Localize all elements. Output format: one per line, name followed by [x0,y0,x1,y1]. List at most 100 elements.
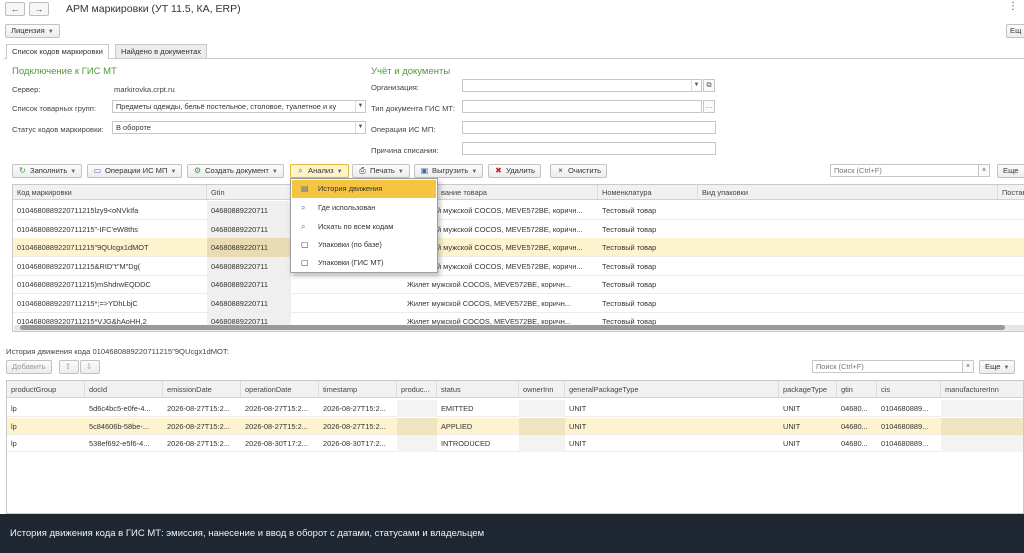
col-header[interactable]: manufacturerInn [941,381,1023,398]
analysis-button[interactable]: ⌕ Анализ ▼ [290,164,349,178]
cell-name: й мужской COCOS, MEVE572BE, коричн... [437,224,583,234]
col-header[interactable]: status [437,381,519,398]
server-label: Сервер: [12,85,41,94]
package-icon: ▢ [301,258,309,267]
delete-icon: ✖ [495,166,502,175]
arrow-right-icon: → [34,4,44,14]
scroll-thumb[interactable] [20,325,1005,330]
col-header[interactable]: timestamp [319,381,397,398]
org-field[interactable]: ▼ [462,79,702,92]
col-header[interactable]: emissionDate [163,381,241,398]
cell-produc [397,400,437,417]
op-label: Операция ИС МП: [371,125,436,134]
col-header[interactable]: Постав [998,185,1024,200]
cell-productgroup: lp [11,404,17,413]
menu-item-packages-db[interactable]: ▢ Упаковки (по базе) [292,236,436,254]
export-button[interactable]: ▣ Выгрузить ▼ [414,164,484,178]
move-up-icon[interactable]: ⇧ [59,360,79,374]
op-field[interactable] [462,121,716,134]
table-row[interactable]: 0104680889220711215lzy9<oNVkIfa 046808892… [13,201,1024,220]
status-label: Статус кодов маркировки: [12,125,104,134]
menu-item-where-used[interactable]: ⌕ Где использован [292,199,436,217]
tab-found-in-docs[interactable]: Найдено в документах [115,44,208,58]
col-header[interactable]: generalPackageType [565,381,779,398]
table-row[interactable]: 0104680889220711215)mShdrwEQDDC 046808892… [13,275,1024,294]
table-row[interactable]: 0104680889220711215*;=>YDhLbjC 0468088922… [13,293,1024,313]
history-more-button[interactable]: Еще ▼ [979,360,1016,374]
col-header[interactable]: cis [877,381,941,398]
h-scrollbar[interactable] [14,325,1024,330]
chevron-down-icon: ▼ [47,29,54,35]
cell-name: Жилет мужской COCOS, MEVE572BE, коричн..… [407,280,571,289]
clear-search-icon[interactable]: × [978,164,990,177]
select-dots-icon[interactable]: … [703,100,715,113]
cell-operationdate: 2026-08-27T15:2... [245,404,308,413]
top-more-button[interactable]: Ещ [1006,24,1024,38]
cell-gtin: 04680... [841,439,868,448]
col-header[interactable]: ownerInn [519,381,565,398]
back-button[interactable]: ← [5,2,25,16]
table-row[interactable]: 0104680889220711215"-IFC'eW8ths 046808892… [13,219,1024,239]
fill-button[interactable]: ↻ Заполнить ▼ [12,164,83,178]
menu-item-history[interactable]: ▤ История движения [292,180,436,198]
table-row[interactable]: 0104680889220711215&RID"t"M"Dg(046808892… [13,256,1024,276]
clear-button[interactable]: × Очистить [550,164,608,178]
menu-item-search-all[interactable]: ⌕ Искать по всем кодам [292,218,436,236]
col-header[interactable]: productGroup [7,381,85,398]
col-header[interactable]: Вид упаковки [698,185,998,200]
doctype-label: Тип документа ГИС МТ: [371,104,456,113]
delete-button[interactable]: ✖ Удалить [488,164,541,178]
col-header[interactable]: docId [85,381,163,398]
save-icon: ▣ [420,166,429,175]
table-row[interactable]: lp 538ef692-e5f6-4... 2026-08-27T15:2... 20… [7,435,1023,452]
chevron-down-icon[interactable]: ▼ [355,101,365,112]
window-menu-icon[interactable]: ⋮ [1008,1,1018,12]
groups-field[interactable]: Предметы одежды, бельё постельное, столо… [112,100,366,113]
table-row[interactable]: lp 5d6c4bc5-e0fe-4... 2026-08-27T15:2... 20… [7,400,1023,417]
gear-icon: ⚙ [193,166,202,175]
history-search-input[interactable] [812,360,972,373]
col-header[interactable]: Номенклатура [598,185,698,200]
license-button[interactable]: Лицензия ▼ [5,24,60,38]
cell-code: 0104680889220711215&RID"t"M"Dg( [17,261,141,271]
cell-gtin: 04680889220711 [207,219,291,239]
chevron-down-icon[interactable]: ▼ [691,80,701,91]
print-button[interactable]: ⎙ Печать ▼ [352,164,410,178]
cell-operationdate: 2026-08-30T17:2... [245,439,308,448]
tab-codes-list[interactable]: Список кодов маркировки [6,44,109,59]
doc-icon: ▭ [93,166,102,175]
gis-section-title: Подключение к ГИС МТ [12,66,117,77]
table-row[interactable]: lp 5c84606b-58be-... 2026-08-27T15:2... 202… [7,417,1023,435]
more-button[interactable]: Еще [997,164,1024,178]
col-header[interactable]: Код маркировки [13,185,207,200]
open-icon[interactable]: ⧉ [703,79,715,92]
reason-field[interactable] [462,142,716,155]
close-icon: × [558,166,563,175]
col-header[interactable]: Gtin [207,185,291,200]
clear-search-icon[interactable]: × [962,360,974,373]
reason-label: Причина списания: [371,146,439,155]
search-icon: ⌕ [301,222,306,231]
add-button[interactable]: Добавить [6,360,52,374]
chevron-down-icon[interactable]: ▼ [355,122,365,133]
create-doc-button[interactable]: ⚙ Создать документ ▼ [187,164,284,178]
forward-button[interactable]: → [29,2,49,16]
status-field[interactable]: В обороте ▼ [112,121,366,134]
cell-gtin: 04680... [841,404,868,413]
move-down-icon[interactable]: ⇩ [80,360,100,374]
table-row[interactable]: 0104680889220711215"9QUcgx1dMOT 046808892… [13,238,1024,257]
cell-generalpackagetype: UNIT [569,439,587,448]
chevron-down-icon: ▼ [1003,365,1010,371]
cell-docid: 538ef692-e5f6-4... [89,439,150,448]
col-header[interactable]: produc... [397,381,437,398]
col-header[interactable]: gtin [837,381,877,398]
menu-item-packages-gis[interactable]: ▢ Упаковки (ГИС МТ) [292,254,436,272]
search-input[interactable] [830,164,980,177]
ops-button[interactable]: ▭ Операции ИС МП ▼ [87,164,183,178]
col-header[interactable]: operationDate [241,381,319,398]
analysis-menu: ▤ История движения ⌕ Где использован ⌕ Иска… [290,178,438,273]
doctype-field[interactable] [462,100,702,113]
cell-name: Жилет мужской COCOS, MEVE572BE, коричн..… [407,298,571,308]
col-header[interactable]: packageType [779,381,837,398]
cell-productgroup: lp [11,421,17,431]
